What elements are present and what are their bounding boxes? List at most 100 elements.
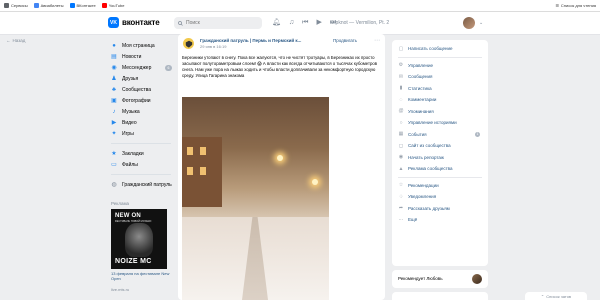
action-label: Уведомления	[408, 194, 437, 200]
play-icon[interactable]: ▶	[316, 19, 321, 26]
action-label: Рассказать друзьям	[408, 205, 450, 211]
user-avatar[interactable]	[463, 17, 475, 29]
recommended-by[interactable]: Рекомендует Любовь	[392, 270, 488, 288]
headphones-icon[interactable]: ♫	[289, 19, 294, 26]
youtube-icon	[101, 3, 107, 8]
brand-name: вконтакте	[122, 18, 160, 27]
post-date[interactable]: 29 янв в 16:19	[200, 44, 226, 49]
ad-caption[interactable]: 13 февраля на фестивале New Open	[111, 271, 171, 281]
nav-friends[interactable]: ♟ Друзья	[111, 73, 176, 84]
chat-list-label: Список чатов	[546, 293, 572, 299]
nav-messenger[interactable]: ◉ Мессенджер 6	[111, 62, 176, 73]
nav-games[interactable]: ✦ Игры	[111, 128, 176, 139]
file-icon: ▭	[111, 161, 117, 168]
action-label: Сайт из сообщества	[408, 143, 451, 149]
bookmark-services[interactable]: Сервисы	[4, 3, 28, 8]
vk-logo-icon: VK	[108, 17, 119, 28]
bookmark-youtube[interactable]: YouTube	[101, 3, 124, 8]
post-text: Березники утопают в снегу. Пока все жалу…	[182, 55, 378, 78]
apps-icon	[4, 3, 9, 8]
photo-icon: ▣	[111, 97, 117, 104]
bookmark-flights[interactable]: Авиабилеты	[33, 3, 64, 8]
nav-groups[interactable]: ♣ Сообщества	[111, 84, 176, 95]
post-photo[interactable]	[182, 97, 329, 300]
ad-domain[interactable]: live.mts.ru	[111, 287, 129, 292]
chat-list-tab[interactable]: ⌃ Список чатов	[525, 292, 587, 300]
photo-window	[187, 167, 193, 175]
panel-divider	[398, 56, 482, 58]
more-icon[interactable]: ⋯	[374, 37, 380, 44]
music-icon: ♪	[112, 108, 116, 115]
recommended-by-label: Рекомендует Любовь	[398, 276, 443, 281]
action-stories[interactable]: ○ Управление историями	[392, 117, 488, 129]
bookmark-label: Сервисы	[11, 3, 28, 8]
action-label: Реклама сообщества	[408, 166, 453, 172]
nav-news[interactable]: ▤ Новости	[111, 51, 176, 62]
action-events[interactable]: ▦ События 1	[392, 129, 488, 141]
search-input[interactable]	[186, 20, 256, 26]
event-icon: ▦	[398, 131, 404, 138]
vk-logo[interactable]: VK вконтакте	[108, 17, 160, 28]
action-stats[interactable]: ▮ Статистика	[392, 83, 488, 95]
group-avatar[interactable]	[183, 38, 194, 49]
reading-list[interactable]: ☰ Список для чтения	[555, 3, 596, 8]
nav-label: Музыка	[122, 108, 140, 115]
arrow-left-icon: ←	[6, 38, 11, 43]
action-write-message[interactable]: ▢ Написать сообщение	[392, 43, 488, 55]
back-link[interactable]: ← Назад	[6, 38, 25, 43]
action-manage[interactable]: ⚙ Управление	[392, 60, 488, 72]
nav-video[interactable]: ▶ Видео	[111, 117, 176, 128]
action-recommend[interactable]: ☆ Рекомендации	[392, 180, 488, 192]
action-notifications[interactable]: ♢ Уведомления	[392, 191, 488, 203]
photo-streetlamp	[312, 179, 318, 185]
community-actions-panel: ▢ Написать сообщение ⚙ Управление ✉ Сооб…	[392, 40, 488, 266]
nav-divider	[111, 174, 171, 175]
vk-header: VK вконтакте 🔔︎ ♫ ⏮ ▶ ⏭ Slipknot — Vermi…	[0, 12, 600, 35]
photo-streetlamp	[277, 155, 283, 161]
action-messages[interactable]: ✉ Сообщения	[392, 71, 488, 83]
mail-icon: ✉	[398, 73, 404, 80]
stories-icon: ○	[399, 119, 403, 126]
nav-label: Сообщества	[122, 86, 152, 93]
prev-icon[interactable]: ⏮	[302, 19, 308, 26]
message-icon: ◉	[111, 64, 117, 71]
panel-bottom-stub	[392, 292, 488, 300]
search-box[interactable]	[174, 17, 262, 29]
bookmark-label: ВКонтакте	[76, 3, 96, 8]
bookmarks-bar: Сервисы Авиабилеты ВКонтакте YouTube ☰ С…	[0, 0, 600, 12]
nav-photos[interactable]: ▣ Фотографии	[111, 95, 176, 106]
search-icon	[178, 20, 183, 26]
nav-label: Игры	[122, 130, 134, 137]
now-playing-track[interactable]: Slipknot — Vermilion, Pt. 2	[330, 20, 389, 26]
action-site[interactable]: ◻ Сайт из сообщества	[392, 140, 488, 152]
nav-files[interactable]: ▭ Файлы	[111, 159, 176, 170]
nav-my-page[interactable]: ● Моя страница	[111, 40, 176, 51]
chevron-up-icon: ⌃	[540, 293, 545, 299]
action-share[interactable]: ➦ Рассказать друзьям	[392, 203, 488, 215]
nav-music[interactable]: ♪ Музыка	[111, 106, 176, 117]
action-live[interactable]: ◉ Начать репортаж	[392, 152, 488, 164]
ads-label: Реклама	[111, 201, 130, 206]
recommender-avatar[interactable]	[472, 274, 482, 284]
action-comments[interactable]: ◌ Комментарии	[392, 94, 488, 106]
bookmark-label: Авиабилеты	[40, 3, 64, 8]
nav-bookmarks[interactable]: ★ Закладки	[111, 148, 176, 159]
nav-group-patrol[interactable]: ◍ Гражданский патруль	[111, 179, 176, 190]
bookmark-vk[interactable]: ВКонтакте	[69, 3, 96, 8]
action-label: Рекомендации	[408, 182, 439, 188]
photo-window	[187, 147, 193, 155]
ad-banner[interactable]: NEW ON ФЕСТИВАЛЬ НОВОЙ МУЗЫКИ NOIZE MC	[111, 209, 167, 269]
action-label: Ещё	[408, 217, 418, 223]
chevron-down-icon[interactable]: ⌄	[479, 20, 483, 26]
action-ads[interactable]: ▲ Реклама сообщества	[392, 163, 488, 175]
promote-button[interactable]: Продвигать	[333, 38, 357, 43]
mention-icon: @	[398, 108, 404, 115]
bell-icon[interactable]: 🔔︎	[272, 19, 281, 26]
post-author[interactable]: Гражданский патруль | Пермь и Пермский к…	[200, 38, 310, 43]
action-more[interactable]: ⋯ Ещё	[392, 214, 488, 226]
action-mentions[interactable]: @ Упоминания	[392, 106, 488, 118]
recommend-icon: ☆	[398, 182, 404, 189]
events-badge: 1	[475, 131, 480, 137]
vk-icon	[69, 3, 75, 8]
nav-label: Новости	[122, 53, 142, 60]
